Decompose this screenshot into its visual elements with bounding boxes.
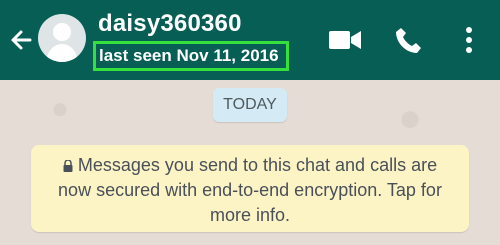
lock-icon: [63, 154, 73, 172]
last-seen-status: last seen Nov 11, 2016: [99, 46, 279, 65]
phone-icon[interactable]: [394, 24, 424, 56]
chat-header: daisy360360 last seen Nov 11, 2016: [0, 0, 500, 80]
date-chip: TODAY: [213, 88, 287, 122]
avatar-icon: [46, 23, 78, 62]
more-options-icon[interactable]: [460, 24, 478, 56]
encryption-notice-text: Messages you send to this chat and calls…: [58, 155, 442, 225]
date-label: TODAY: [223, 96, 277, 113]
encryption-notice[interactable]: Messages you send to this chat and calls…: [31, 145, 469, 232]
video-call-icon[interactable]: [328, 24, 362, 56]
back-arrow-icon[interactable]: [8, 26, 34, 54]
contact-name[interactable]: daisy360360: [98, 10, 242, 38]
avatar[interactable]: [38, 14, 86, 62]
